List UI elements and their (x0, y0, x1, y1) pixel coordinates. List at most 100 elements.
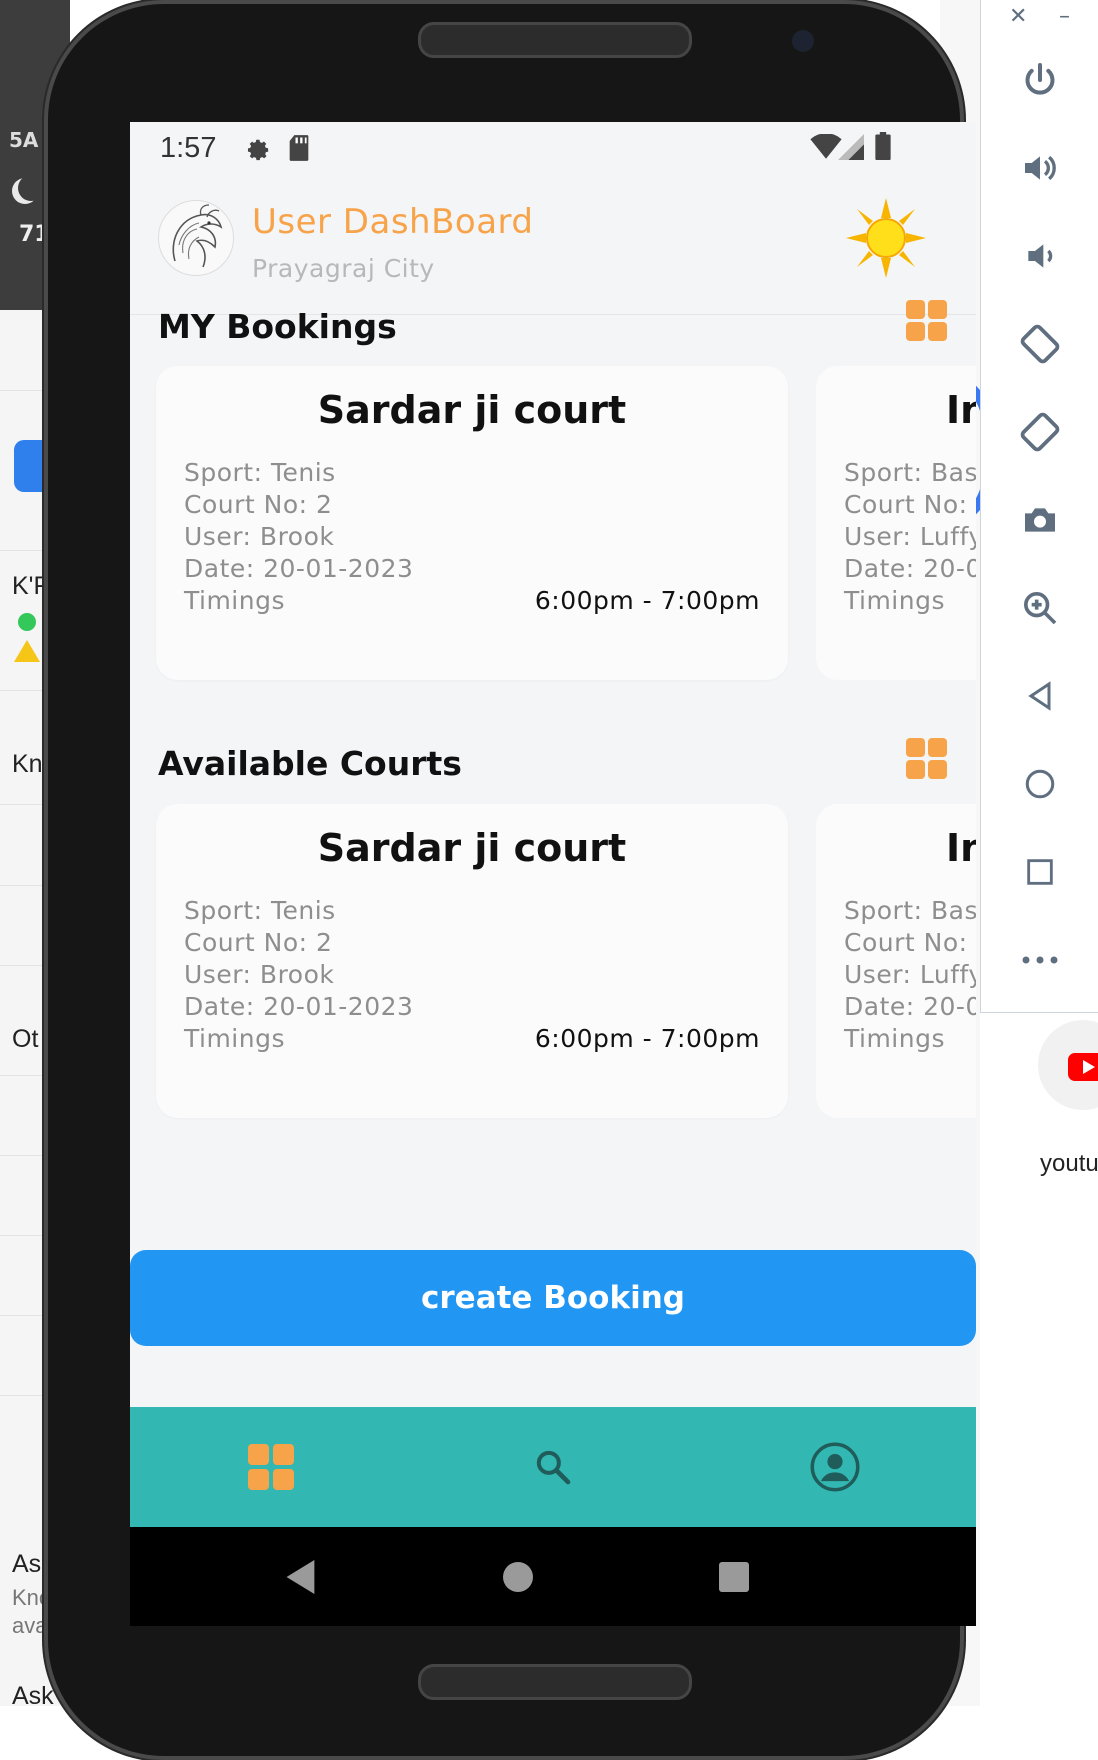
back-triangle-icon (286, 1559, 315, 1594)
booking-card-partial[interactable]: In Sport: Bas Court No: 1 User: Luffy Da… (816, 366, 976, 680)
youtube-icon (1068, 1053, 1098, 1081)
screenshot-button[interactable] (981, 490, 1098, 550)
system-overview-button[interactable] (674, 1527, 794, 1626)
speaker-grille (418, 1664, 692, 1700)
view-all-bookings-icon[interactable] (906, 300, 948, 342)
minimize-icon[interactable]: – (1059, 4, 1070, 29)
court-name: In (946, 388, 976, 432)
sd-card-icon (289, 135, 309, 161)
home-button[interactable] (981, 754, 1098, 814)
card-sport: Sport: Tenis (184, 458, 336, 487)
back-button[interactable] (981, 666, 1098, 726)
status-time: 1:57 (160, 132, 217, 164)
more-button[interactable] (981, 930, 1098, 990)
card-sport: Sport: Bas (844, 896, 976, 925)
list-item[interactable]: As (12, 1550, 41, 1579)
court-card-partial[interactable]: In Sport: Bas Court No: 1 User: Luffy Da… (816, 804, 976, 1118)
rotate-right-button[interactable] (981, 402, 1098, 462)
moon-icon (18, 175, 44, 201)
camera-icon (1025, 508, 1055, 532)
list-item[interactable]: Kn (12, 750, 43, 779)
card-user: User: Luffy (844, 522, 976, 551)
status-bar: 1:57 (130, 122, 976, 174)
card-timings-value: 6:00pm - 7:00pm (534, 1024, 760, 1053)
power-icon (1025, 63, 1055, 95)
rotate-left-button[interactable] (981, 314, 1098, 374)
list-item-sub: ava (12, 1613, 48, 1638)
youtube-shortcut[interactable] (1038, 1020, 1098, 1110)
close-icon[interactable]: ✕ (1009, 4, 1027, 29)
card-court-no: Court No: 2 (184, 928, 333, 957)
card-court-no: Court No: 1 (844, 928, 976, 957)
volume-up-icon (1025, 155, 1056, 181)
volume-down-icon (1028, 244, 1053, 268)
my-bookings-title: MY Bookings (158, 307, 397, 346)
youtube-label: youtu (1040, 1150, 1098, 1177)
account-circle-icon (810, 1442, 860, 1492)
power-button[interactable] (981, 50, 1098, 110)
card-user: User: Brook (184, 960, 335, 989)
nav-dashboard[interactable] (130, 1407, 412, 1527)
dashboard-header: User DashBoard Prayagraj City (130, 180, 976, 315)
card-sport: Sport: Tenis (184, 896, 336, 925)
city-subtitle: Prayagraj City (252, 254, 435, 283)
overview-button[interactable] (981, 842, 1098, 902)
create-booking-button[interactable]: create Booking (130, 1250, 976, 1346)
card-user: User: Brook (184, 522, 335, 551)
card-timings-label: Timings (184, 586, 285, 615)
volume-up-button[interactable] (981, 138, 1098, 198)
emulator-toolbar: ✕ – (980, 0, 1098, 1013)
settings-gear-icon (247, 139, 269, 161)
zoom-button[interactable] (981, 578, 1098, 638)
list-item[interactable]: Ot (12, 1025, 38, 1054)
zoom-icon (1024, 592, 1057, 625)
system-back-button[interactable] (242, 1527, 362, 1626)
card-timings-label: Timings (844, 586, 945, 615)
page-title: User DashBoard (252, 202, 534, 242)
court-name: Sardar ji court (317, 826, 627, 870)
status-dot-icon (18, 613, 36, 631)
available-courts-title: Available Courts (158, 744, 462, 783)
dashboard-grid-icon (248, 1444, 294, 1490)
desktop-text: 5A (9, 128, 39, 152)
cell-signal-icon (838, 134, 864, 160)
system-navigation-bar (130, 1527, 976, 1626)
back-triangle-icon (1028, 681, 1051, 711)
home-circle-icon (1025, 769, 1055, 799)
bottom-navigation (130, 1407, 976, 1527)
card-timings-value: 6:00pm - 7:00pm (534, 586, 760, 615)
speaker-grille (418, 22, 692, 58)
view-all-courts-icon[interactable] (906, 738, 948, 780)
court-name: Sardar ji court (317, 388, 627, 432)
overview-square-icon (719, 1561, 749, 1592)
court-name: In (946, 826, 976, 870)
phone-screen: 1:57 User DashBoard Prayagraj City MY Bo… (130, 122, 976, 1626)
court-card[interactable]: Sardar ji court Sport: Tenis Court No: 2… (156, 804, 788, 1118)
avatar[interactable] (158, 200, 234, 276)
battery-icon (875, 132, 891, 160)
warning-icon (14, 640, 40, 662)
card-date: Date: 20-0 (844, 554, 976, 583)
rotate-left-icon (1020, 324, 1060, 364)
dragon-logo-icon (172, 204, 223, 268)
front-camera (792, 30, 814, 52)
nav-search[interactable] (412, 1407, 694, 1527)
app-view: 1:57 User DashBoard Prayagraj City MY Bo… (130, 122, 976, 1527)
card-date: Date: 20-01-2023 (184, 992, 414, 1021)
system-home-button[interactable] (458, 1527, 578, 1626)
home-circle-icon (503, 1561, 533, 1592)
theme-toggle-button[interactable] (844, 196, 928, 280)
card-date: Date: 20-0 (844, 992, 976, 1021)
rotate-right-icon (1020, 412, 1060, 452)
volume-down-button[interactable] (981, 226, 1098, 286)
nav-profile[interactable] (694, 1407, 976, 1527)
booking-card[interactable]: Sardar ji court Sport: Tenis Court No: 2… (156, 366, 788, 680)
card-timings-label: Timings (844, 1024, 945, 1053)
card-user: User: Luffy (844, 960, 976, 989)
card-court-no: Court No: 2 (184, 490, 333, 519)
card-sport: Sport: Bas (844, 458, 976, 487)
overview-square-icon (1027, 859, 1053, 885)
card-timings-label: Timings (184, 1024, 285, 1053)
sun-icon (846, 198, 926, 278)
search-icon (536, 1450, 571, 1485)
